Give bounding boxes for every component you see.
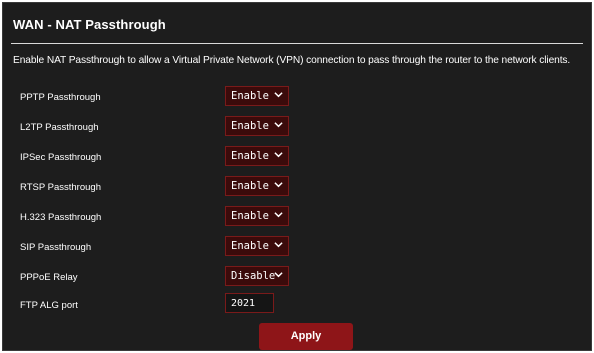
setting-row-sip: SIP Passthrough Enable	[3, 233, 591, 263]
setting-row-pptp: PPTP Passthrough Enable	[3, 83, 591, 113]
chevron-down-icon	[274, 152, 283, 158]
pptp-passthrough-select[interactable]: Enable	[225, 86, 289, 106]
ipsec-passthrough-select[interactable]: Enable	[225, 146, 289, 166]
title-divider	[11, 43, 583, 44]
setting-row-h323: H.323 Passthrough Enable	[3, 203, 591, 233]
chevron-down-icon	[274, 182, 283, 188]
setting-row-ipsec: IPSec Passthrough Enable	[3, 143, 591, 173]
setting-label-sip: SIP Passthrough	[20, 242, 92, 253]
page-description: Enable NAT Passthrough to allow a Virtua…	[13, 55, 571, 66]
setting-row-rtsp: RTSP Passthrough Enable	[3, 173, 591, 203]
chevron-down-icon	[274, 272, 283, 278]
pppoe-relay-value: Disable	[231, 270, 276, 282]
rtsp-passthrough-select[interactable]: Enable	[225, 176, 289, 196]
chevron-down-icon	[274, 122, 283, 128]
l2tp-passthrough-value: Enable	[231, 120, 269, 132]
sip-passthrough-select[interactable]: Enable	[225, 236, 289, 256]
setting-label-rtsp: RTSP Passthrough	[20, 182, 101, 193]
setting-label-h323: H.323 Passthrough	[20, 212, 102, 223]
chevron-down-icon	[274, 92, 283, 98]
setting-label-pppoe: PPPoE Relay	[20, 272, 78, 283]
setting-label-l2tp: L2TP Passthrough	[20, 122, 99, 133]
setting-label-ipsec: IPSec Passthrough	[20, 152, 102, 163]
h323-passthrough-value: Enable	[231, 210, 269, 222]
h323-passthrough-select[interactable]: Enable	[225, 206, 289, 226]
setting-row-l2tp: L2TP Passthrough Enable	[3, 113, 591, 143]
sip-passthrough-value: Enable	[231, 240, 269, 252]
l2tp-passthrough-select[interactable]: Enable	[225, 116, 289, 136]
pppoe-relay-select[interactable]: Disable	[225, 266, 289, 286]
chevron-down-icon	[274, 212, 283, 218]
setting-row-pppoe: PPPoE Relay Disable	[3, 263, 591, 293]
nat-passthrough-panel: WAN - NAT Passthrough Enable NAT Passthr…	[2, 2, 592, 351]
chevron-down-icon	[274, 242, 283, 248]
setting-row-ftp-alg: FTP ALG port 2021	[3, 291, 591, 321]
page-title: WAN - NAT Passthrough	[13, 17, 166, 32]
apply-button[interactable]: Apply	[259, 323, 353, 350]
rtsp-passthrough-value: Enable	[231, 180, 269, 192]
ipsec-passthrough-value: Enable	[231, 150, 269, 162]
pptp-passthrough-value: Enable	[231, 90, 269, 102]
setting-label-pptp: PPTP Passthrough	[20, 92, 101, 103]
setting-label-ftp-alg: FTP ALG port	[20, 300, 78, 311]
ftp-alg-port-input[interactable]: 2021	[225, 293, 274, 313]
